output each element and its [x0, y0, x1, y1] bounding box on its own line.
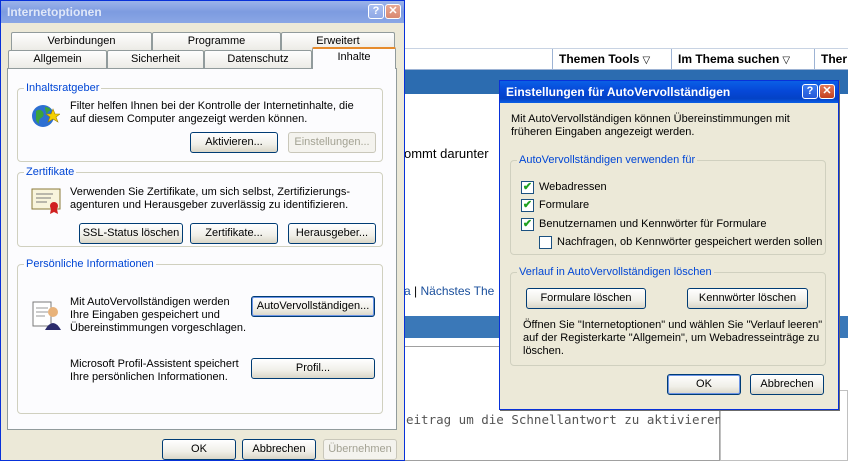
activate-button[interactable]: Aktivieren...: [190, 132, 278, 153]
help-button[interactable]: ?: [802, 84, 818, 99]
personal-info-title: Persönliche Informationen: [24, 257, 156, 271]
certificates-title: Zertifikate: [24, 165, 77, 179]
publisher-button[interactable]: Herausgeber...: [288, 223, 376, 244]
thema-suchen-label: Im Thema suchen: [678, 52, 780, 66]
checkbox-label: Webadressen: [539, 181, 607, 193]
autocomplete-button[interactable]: AutoVervollständigen...: [251, 296, 375, 317]
clear-history-info: Öffnen Sie "Internetoptionen" und wählen…: [523, 319, 823, 357]
checkbox-label: Benutzernamen und Kennwörter für Formula…: [539, 218, 767, 230]
checkbox-formulare[interactable]: ✔: [521, 199, 534, 212]
previous-thread-link[interactable]: a: [404, 284, 411, 298]
tab-verbindungen[interactable]: Verbindungen: [11, 32, 152, 50]
profile-button[interactable]: Profil...: [251, 358, 375, 379]
autocomplete-text: Mit AutoVervollständigen werden Ihre Ein…: [70, 296, 247, 334]
clear-history-title: Verlauf in AutoVervollständigen löschen: [517, 265, 714, 279]
checkbox-label: Nachfragen, ob Kennwörter gespeichert we…: [557, 236, 823, 248]
tab-page-inhalte: Inhaltsratgeber Filter helfen Ihnen bei …: [7, 68, 397, 430]
clear-forms-button[interactable]: Formulare löschen: [526, 288, 646, 309]
checkbox-nachfragen[interactable]: [539, 236, 552, 249]
content-advisor-title: Inhaltsratgeber: [24, 81, 102, 95]
tab-programme[interactable]: Programme: [152, 32, 281, 50]
profile-text: Microsoft Profil-Assistent speichert Ihr…: [70, 358, 239, 383]
post-snippet: ommt darunter: [404, 146, 489, 161]
use-for-group: AutoVervollständigen verwenden für ✔ Web…: [510, 153, 826, 255]
autocomplete-dialog: Einstellungen für AutoVervollständigen ?…: [499, 80, 839, 410]
window-title: Internetoptionen: [7, 5, 102, 19]
certificate-icon: [31, 188, 61, 214]
cancel-button[interactable]: Abbrechen: [242, 439, 316, 460]
autocomplete-titlebar[interactable]: Einstellungen für AutoVervollständigen ?…: [500, 81, 838, 103]
next-thread-link[interactable]: Nächstes The: [421, 284, 495, 298]
certificates-button[interactable]: Zertifikate...: [190, 223, 278, 244]
content-settings-button[interactable]: Einstellungen...: [288, 132, 376, 153]
clear-history-group: Verlauf in AutoVervollständigen löschen …: [510, 265, 826, 366]
tab-inhalte[interactable]: Inhalte: [312, 47, 396, 69]
personal-info-icon: [32, 301, 61, 330]
cutoff-label: Ther: [821, 52, 848, 66]
content-advisor-text: Filter helfen Ihnen bei der Kontrolle de…: [70, 100, 354, 125]
checkbox-benutzernamen[interactable]: ✔: [521, 218, 534, 231]
dialog-intro: Mit AutoVervollständigen können Übereins…: [511, 113, 790, 138]
thema-suchen-menu[interactable]: Im Thema suchen ▽: [671, 49, 796, 71]
thread-nav: a | Nächstes The: [404, 284, 494, 298]
ok-button[interactable]: OK: [667, 374, 741, 395]
cutoff-menu[interactable]: Ther: [814, 49, 848, 71]
checkbox-label: Formulare: [539, 199, 590, 211]
themen-tools-menu[interactable]: Themen Tools ▽: [552, 49, 656, 71]
internet-options-titlebar[interactable]: Internetoptionen ? ✕: [1, 1, 404, 23]
certificates-group: Zertifikate Verwenden Sie Zertifikate, u…: [17, 165, 383, 247]
quick-reply-hint: eitrag um die Schnellantwort zu aktivier…: [406, 412, 730, 427]
nav-separator: |: [414, 284, 418, 298]
internet-options-window: Internetoptionen ? ✕ Verbindungen Progra…: [0, 0, 405, 461]
themen-tools-label: Themen Tools: [559, 52, 640, 66]
help-button[interactable]: ?: [368, 4, 384, 19]
close-button[interactable]: ✕: [385, 4, 401, 19]
ssl-clear-button[interactable]: SSL-Status löschen: [79, 223, 183, 244]
thread-toolbar: Themen Tools ▽ Im Thema suchen ▽ Ther: [404, 48, 848, 71]
globe-star-icon: [32, 105, 60, 127]
dialog-title: Einstellungen für AutoVervollständigen: [506, 85, 731, 99]
use-for-title: AutoVervollständigen verwenden für: [517, 153, 698, 167]
certificates-text: Verwenden Sie Zertifikate, um sich selbs…: [70, 186, 351, 211]
tab-datenschutz[interactable]: Datenschutz: [204, 50, 312, 68]
content-advisor-group: Inhaltsratgeber Filter helfen Ihnen bei …: [17, 81, 383, 162]
apply-button[interactable]: Übernehmen: [323, 439, 397, 460]
tab-allgemein[interactable]: Allgemein: [8, 50, 107, 68]
tab-sicherheit[interactable]: Sicherheit: [107, 50, 204, 68]
cancel-button[interactable]: Abbrechen: [750, 374, 824, 395]
close-button[interactable]: ✕: [819, 84, 835, 99]
dropdown-arrow-icon: ▽: [642, 55, 651, 66]
ok-button[interactable]: OK: [162, 439, 236, 460]
personal-info-group: Persönliche Informationen Mit AutoVervol…: [17, 257, 383, 414]
dropdown-arrow-icon: ▽: [782, 55, 791, 66]
clear-passwords-button[interactable]: Kennwörter löschen: [687, 288, 808, 309]
checkbox-webadressen[interactable]: ✔: [521, 181, 534, 194]
